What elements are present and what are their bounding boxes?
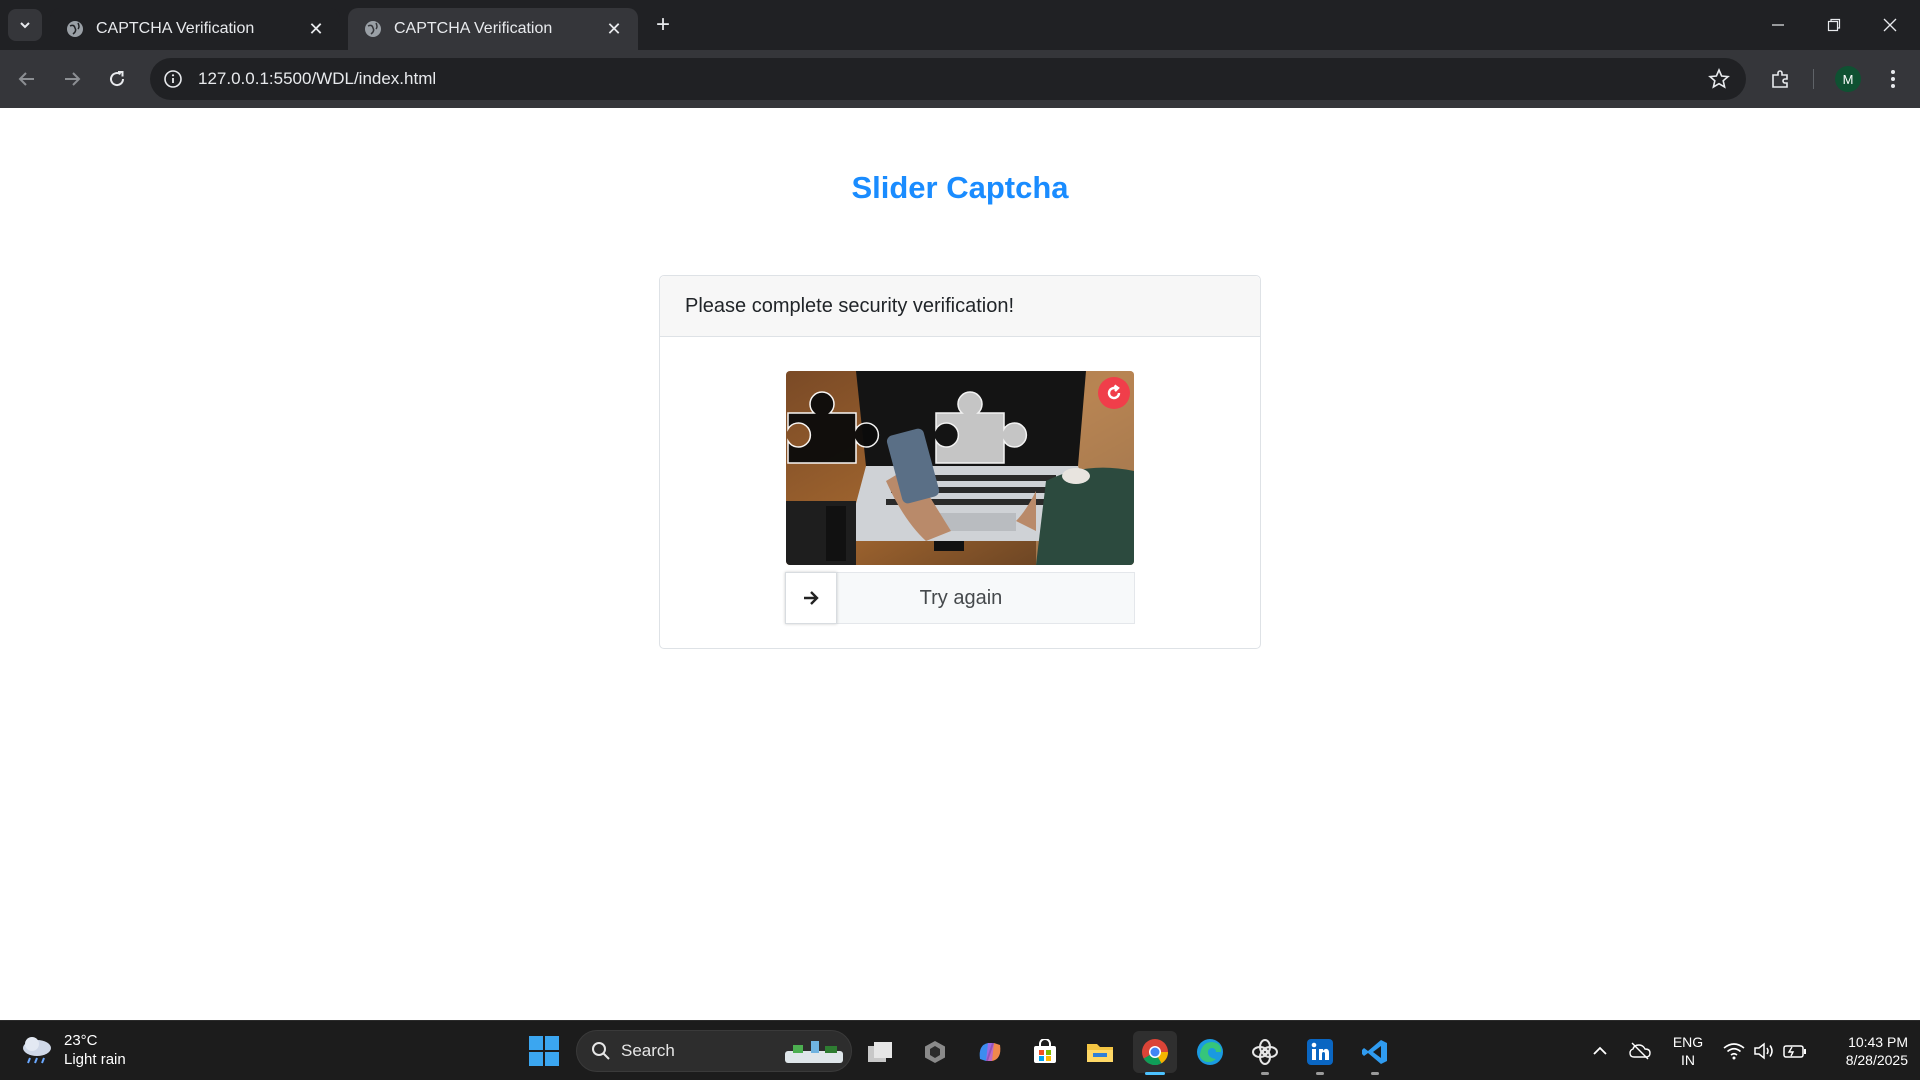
- browser-menu-button[interactable]: [1876, 62, 1910, 96]
- captcha-refresh-button[interactable]: [1098, 377, 1130, 409]
- search-label: Search: [621, 1041, 675, 1060]
- avatar: M: [1835, 66, 1861, 92]
- restore-icon: [1827, 18, 1841, 32]
- linkedin-icon: [1307, 1039, 1333, 1065]
- windows-taskbar: 23°C Light rain Search ENG IN 10:43 PM 8…: [0, 1020, 1920, 1080]
- cloud-rain-icon: [23, 1037, 51, 1064]
- search-icon: [592, 1042, 610, 1060]
- captcha-image: [786, 371, 1134, 565]
- page-title: Slider Captcha: [851, 170, 1069, 205]
- arrow-right-icon: [65, 72, 81, 86]
- slider-handle[interactable]: [785, 572, 837, 624]
- url-text: 127.0.0.1:5500/WDL/index.html: [198, 69, 437, 88]
- forward-button[interactable]: [55, 62, 89, 96]
- slider-label: Try again: [919, 586, 1003, 609]
- vscode-button[interactable]: [1353, 1031, 1397, 1075]
- weather-widget[interactable]: 23°C Light rain: [20, 1031, 126, 1069]
- app-hexagon-icon: [925, 1041, 945, 1063]
- captcha-card: Please complete security verification! T…: [659, 275, 1261, 649]
- clock[interactable]: 10:43 PM 8/28/2025: [1818, 1033, 1908, 1069]
- reload-button[interactable]: [100, 62, 134, 96]
- bookmark-star-icon[interactable]: [1708, 68, 1730, 90]
- tab-captcha-1[interactable]: CAPTCHA Verification ✕: [50, 8, 340, 50]
- globe-icon: [365, 21, 381, 37]
- edge-button[interactable]: [1188, 1031, 1232, 1073]
- chrome-button[interactable]: [1133, 1031, 1177, 1075]
- close-window-button[interactable]: [1862, 0, 1918, 50]
- tab-search-button[interactable]: [8, 9, 42, 41]
- linkedin-button[interactable]: [1298, 1031, 1342, 1075]
- clock-time: 10:43 PM: [1848, 1034, 1908, 1050]
- reload-icon: [110, 71, 125, 87]
- more-vertical-icon: [1891, 70, 1895, 88]
- page-content: Slider Captcha Please complete security …: [0, 108, 1920, 1020]
- back-button[interactable]: [10, 62, 44, 96]
- arrow-left-icon: [18, 72, 34, 86]
- minimize-button[interactable]: [1750, 0, 1806, 50]
- file-explorer-button[interactable]: [1078, 1031, 1122, 1073]
- captcha-slider-track[interactable]: Try again: [785, 572, 1135, 624]
- show-hidden-icons-button[interactable]: [1588, 1039, 1612, 1063]
- address-bar[interactable]: 127.0.0.1:5500/WDL/index.html: [150, 58, 1746, 100]
- search-highlight-icon: [785, 1041, 843, 1063]
- battery-icon[interactable]: [1783, 1039, 1807, 1063]
- close-icon: [1883, 18, 1897, 32]
- toolbar-divider: [1813, 69, 1814, 89]
- weather-condition: Light rain: [64, 1051, 126, 1068]
- refresh-icon: [1107, 384, 1121, 400]
- arrow-right-icon: [804, 591, 819, 605]
- start-button[interactable]: [528, 1035, 560, 1067]
- microsoft-store-button[interactable]: [1023, 1031, 1067, 1073]
- taskbar-search[interactable]: Search: [576, 1030, 852, 1072]
- language-line2: IN: [1681, 1052, 1695, 1068]
- tab-title: CAPTCHA Verification: [96, 20, 255, 37]
- chatgpt-icon: [1252, 1039, 1278, 1065]
- clock-date: 8/28/2025: [1845, 1052, 1908, 1068]
- language-indicator[interactable]: ENG IN: [1668, 1033, 1708, 1069]
- browser-tab-strip: CAPTCHA Verification ✕ CAPTCHA Verificat…: [0, 0, 1920, 50]
- tab-captcha-2[interactable]: CAPTCHA Verification ✕: [348, 8, 638, 50]
- store-bag-icon: [1034, 1039, 1056, 1063]
- close-tab-icon[interactable]: ✕: [604, 19, 624, 39]
- tab-title: CAPTCHA Verification: [394, 20, 553, 37]
- close-tab-icon[interactable]: ✕: [306, 19, 326, 39]
- task-view-button[interactable]: [858, 1031, 902, 1073]
- language-line1: ENG: [1672, 1034, 1704, 1050]
- extensions-button[interactable]: [1764, 62, 1798, 96]
- edge-icon: [1197, 1039, 1223, 1065]
- card-header: Please complete security verification!: [660, 276, 1260, 337]
- weather-temp: 23°C: [64, 1032, 98, 1049]
- task-view-icon: [868, 1042, 892, 1062]
- copilot-button[interactable]: [968, 1031, 1012, 1073]
- new-tab-button[interactable]: +: [650, 11, 676, 38]
- puzzle-piece-icon: [1772, 70, 1788, 88]
- chrome-icon: [1142, 1039, 1169, 1066]
- site-info-icon[interactable]: [162, 68, 184, 90]
- chatgpt-button[interactable]: [1243, 1031, 1287, 1075]
- folder-icon: [1087, 1044, 1113, 1062]
- copilot-icon: [979, 1043, 1001, 1061]
- app-generic-button[interactable]: [913, 1031, 957, 1073]
- windows-logo-icon: [529, 1036, 559, 1066]
- chevron-up-icon: [1593, 1046, 1607, 1055]
- globe-icon: [67, 21, 83, 37]
- captcha-photo: [786, 371, 1134, 565]
- volume-icon[interactable]: [1752, 1039, 1776, 1063]
- onedrive-offline-icon[interactable]: [1628, 1039, 1652, 1063]
- minimize-icon: [1772, 24, 1784, 26]
- wifi-icon[interactable]: [1722, 1039, 1746, 1063]
- restore-button[interactable]: [1806, 0, 1862, 50]
- vscode-icon: [1362, 1040, 1387, 1064]
- profile-button[interactable]: M: [1831, 62, 1865, 96]
- chevron-down-icon: [20, 22, 30, 29]
- browser-toolbar: 127.0.0.1:5500/WDL/index.html M: [0, 50, 1920, 108]
